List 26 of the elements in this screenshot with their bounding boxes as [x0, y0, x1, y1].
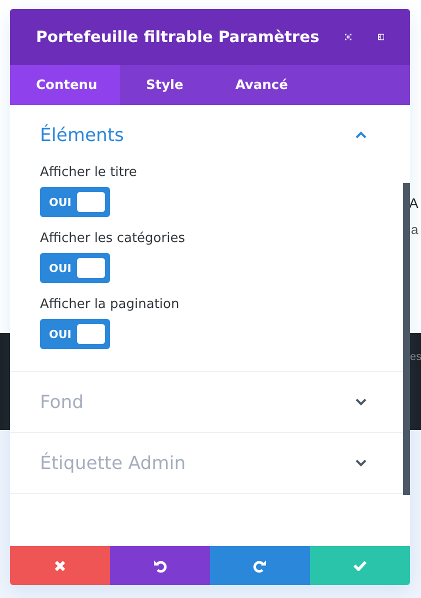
tab[interactable]: Avancé — [209, 65, 314, 105]
toggle-switch[interactable]: OUI — [40, 187, 110, 217]
close-icon — [54, 560, 66, 572]
toggle-switch[interactable]: OUI — [40, 319, 110, 349]
page-heading: A — [409, 194, 418, 213]
chevron-up-icon[interactable] — [355, 131, 367, 139]
tab[interactable]: Contenu — [10, 65, 120, 105]
check-icon — [353, 560, 367, 571]
field-label: Afficher le titre — [40, 165, 137, 180]
toggle-switch[interactable]: OUI — [40, 253, 110, 283]
page-text: a — [411, 222, 418, 237]
field-label: Afficher la pagination — [40, 297, 180, 312]
undo-icon — [153, 558, 167, 572]
sidebar-icon[interactable] — [378, 31, 384, 43]
tab[interactable]: Style — [120, 65, 210, 105]
scrollbar[interactable] — [403, 183, 410, 495]
expand-icon[interactable] — [345, 31, 352, 43]
section-title[interactable]: Éléments — [40, 124, 124, 146]
band-text: es — [410, 351, 421, 363]
section-title[interactable]: Étiquette Admin — [40, 452, 186, 474]
section-title[interactable]: Fond — [40, 392, 84, 412]
modal-title: Portefeuille filtrable Paramètres — [36, 28, 320, 46]
chevron-down-icon[interactable] — [355, 398, 367, 406]
redo-icon — [253, 558, 267, 572]
chevron-down-icon[interactable] — [355, 459, 367, 467]
field-label: Afficher les catégories — [40, 231, 185, 246]
